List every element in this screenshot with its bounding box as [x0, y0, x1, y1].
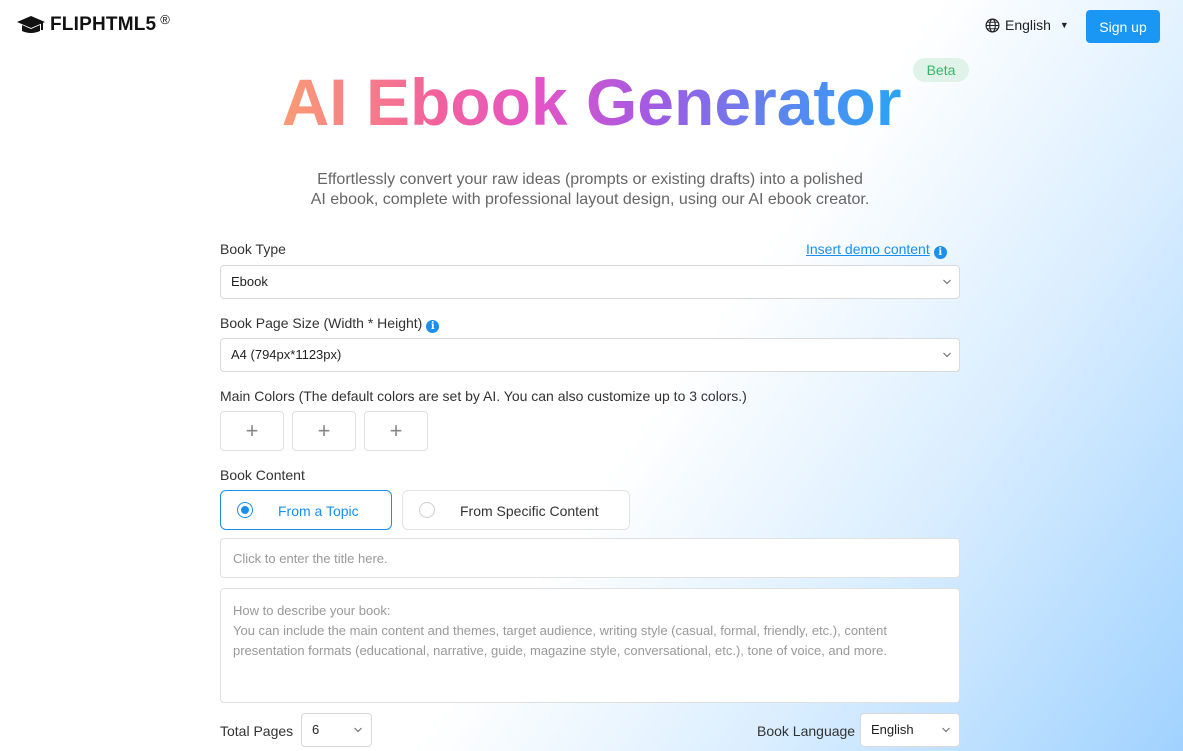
page-title-text: AI Ebook Generator — [281, 65, 902, 139]
book-type-label: Book Type — [220, 241, 286, 257]
page-size-value: A4 (794px*1123px) — [231, 347, 342, 362]
chevron-down-icon — [942, 727, 950, 733]
plus-icon: + — [389, 418, 403, 443]
book-language-label: Book Language — [757, 723, 856, 739]
main-colors-label: Main Colors (The default colors are set … — [220, 388, 747, 404]
signup-button[interactable]: Sign up — [1086, 10, 1160, 43]
option-from-topic-label: From a Topic — [278, 503, 359, 519]
page-subtitle: Effortlessly convert your raw ideas (pro… — [240, 170, 940, 210]
graduation-cap-logo-icon — [17, 16, 45, 33]
chevron-down-icon — [943, 279, 951, 285]
book-type-select[interactable]: Ebook — [220, 265, 960, 299]
page-size-select[interactable]: A4 (794px*1123px) — [220, 338, 960, 372]
add-color-button-1[interactable]: + — [220, 411, 284, 451]
globe-icon — [985, 18, 1000, 32]
book-title-input[interactable] — [220, 538, 960, 578]
plus-icon: + — [245, 418, 259, 443]
radio-unselected-icon — [419, 502, 435, 518]
option-from-topic[interactable]: From a Topic — [220, 490, 392, 530]
logo-text: FLIPHTML5 — [50, 14, 157, 35]
chevron-down-icon — [943, 352, 951, 358]
total-pages-value: 6 — [312, 722, 320, 737]
subtitle-line-2: AI ebook, complete with professional lay… — [310, 191, 870, 208]
book-description-input[interactable] — [220, 588, 960, 703]
logo[interactable]: FLIPHTML5 ® — [16, 11, 171, 36]
registered-mark: ® — [160, 11, 171, 27]
total-pages-label: Total Pages — [220, 723, 294, 739]
add-color-button-3[interactable]: + — [364, 411, 428, 451]
add-color-button-2[interactable]: + — [292, 411, 356, 451]
insert-demo-text: Insert demo content — [806, 241, 930, 257]
top-bar: FLIPHTML5 ® English ▼ Sign up — [0, 0, 1183, 54]
radio-selected-icon — [237, 502, 253, 518]
caret-down-icon: ▼ — [1059, 20, 1069, 30]
total-pages-select[interactable]: 6 — [301, 713, 372, 747]
book-language-value: English — [871, 722, 914, 737]
language-label: English — [1005, 17, 1051, 33]
book-content-label: Book Content — [220, 467, 305, 483]
insert-demo-link[interactable]: Insert demo content i — [806, 241, 947, 259]
book-type-value: Ebook — [231, 274, 268, 289]
chevron-down-icon — [354, 727, 362, 733]
option-from-specific-content[interactable]: From Specific Content — [402, 490, 630, 530]
page-size-label: Book Page Size (Width * Height) i — [220, 315, 440, 333]
book-language-select[interactable]: English — [860, 713, 960, 747]
option-from-specific-content-label: From Specific Content — [460, 503, 599, 519]
info-icon[interactable]: i — [426, 320, 440, 333]
beta-badge: Beta — [913, 58, 969, 82]
page-size-label-text: Book Page Size (Width * Height) — [220, 315, 423, 331]
plus-icon: + — [317, 418, 331, 443]
language-switcher[interactable]: English ▼ — [985, 17, 1069, 33]
info-icon[interactable]: i — [933, 246, 947, 259]
page-title: AI Ebook Generator — [0, 64, 1183, 140]
subtitle-line-1: Effortlessly convert your raw ideas (pro… — [317, 171, 863, 188]
